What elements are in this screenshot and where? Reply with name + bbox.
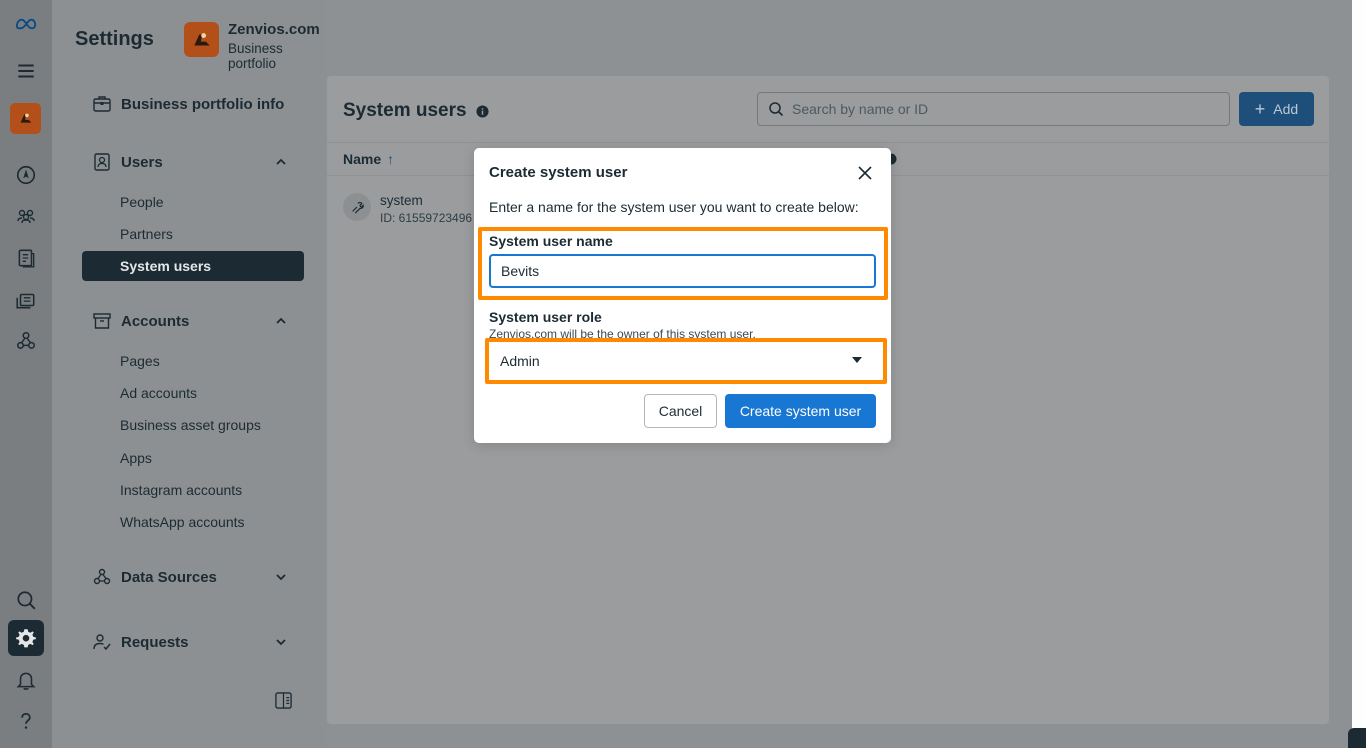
search-icon <box>769 102 784 117</box>
briefcase-icon <box>93 96 111 112</box>
users-icon[interactable] <box>8 198 44 234</box>
help-icon[interactable] <box>8 703 44 739</box>
nav-data-sources[interactable]: Data Sources <box>92 565 288 589</box>
add-button-label: Add <box>1273 101 1299 117</box>
settings-sidebar: Settings Zenvios.com Business portfolio … <box>52 0 326 748</box>
menu-icon[interactable] <box>8 53 44 89</box>
archive-icon <box>93 313 111 329</box>
chevron-up-icon[interactable] <box>274 314 288 328</box>
dialog-title: Create system user <box>489 164 628 181</box>
chevron-up-icon[interactable] <box>274 155 288 169</box>
plus-icon: + <box>1254 99 1266 119</box>
page-title: Settings <box>75 28 154 50</box>
nav-item-pages[interactable]: Pages <box>120 351 160 371</box>
search-icon[interactable] <box>8 582 44 618</box>
column-name-header[interactable]: Name ↑ <box>343 151 394 167</box>
left-rail <box>0 0 52 748</box>
bell-icon[interactable] <box>8 662 44 698</box>
nav-item-system-users[interactable]: System users <box>82 251 304 281</box>
create-system-user-button[interactable]: Create system user <box>725 394 876 428</box>
nav-label: Accounts <box>121 312 190 330</box>
nav-business-portfolio-info[interactable]: Business portfolio info <box>92 92 288 116</box>
close-icon[interactable] <box>857 165 873 181</box>
search-input[interactable] <box>792 101 1212 117</box>
nav-item-whatsapp-accounts[interactable]: WhatsApp accounts <box>120 512 245 532</box>
nav-item-business-asset-groups[interactable]: Business asset groups <box>120 415 261 435</box>
home-icon[interactable] <box>8 157 44 193</box>
system-user-name-label: System user name <box>489 233 613 249</box>
cancel-button[interactable]: Cancel <box>644 394 717 428</box>
chevron-down-icon[interactable] <box>274 635 288 649</box>
nav-item-instagram-accounts[interactable]: Instagram accounts <box>120 480 242 500</box>
section-title: System users <box>343 100 489 122</box>
search-box[interactable] <box>757 92 1230 126</box>
nav-label: Users <box>121 153 163 171</box>
business-avatar[interactable] <box>10 103 41 134</box>
integrations-icon[interactable] <box>8 323 44 359</box>
info-icon[interactable] <box>476 104 489 118</box>
system-user-name-input[interactable] <box>489 254 876 288</box>
nav-label: Business portfolio info <box>121 95 285 113</box>
business-logo-icon <box>20 113 31 123</box>
business-logo-icon <box>193 32 210 45</box>
nav-users[interactable]: Users <box>92 150 288 174</box>
window-edge <box>1352 0 1366 748</box>
business-subtitle: Business portfolio <box>228 41 283 71</box>
business-logo <box>184 22 219 57</box>
system-user-role-label: System user role <box>489 309 602 325</box>
table-row-id: ID: 61559723496 <box>380 211 473 225</box>
section-title-text: System users <box>343 100 467 121</box>
user-card-icon <box>94 153 110 171</box>
user-check-icon <box>93 634 111 651</box>
column-name-label: Name <box>343 151 382 167</box>
nav-item-people[interactable]: People <box>120 192 164 212</box>
chevron-down-icon[interactable] <box>274 570 288 584</box>
nav-item-apps[interactable]: Apps <box>120 448 152 468</box>
nav-requests[interactable]: Requests <box>92 630 288 654</box>
highlight-box-role <box>485 338 887 384</box>
data-sources-icon <box>93 568 111 585</box>
create-system-user-dialog: Create system user Enter a name for the … <box>474 148 891 443</box>
add-button[interactable]: + Add <box>1239 92 1314 126</box>
nav-item-partners[interactable]: Partners <box>120 224 173 244</box>
nav-label: Requests <box>121 633 189 651</box>
gear-icon[interactable] <box>8 620 44 656</box>
nav-label: Data Sources <box>121 568 217 586</box>
business-name: Zenvios.com <box>228 21 320 38</box>
collapse-sidebar-icon[interactable] <box>274 691 293 710</box>
table-row-name[interactable]: system <box>380 193 423 208</box>
wrench-icon <box>343 193 371 221</box>
nav-accounts[interactable]: Accounts <box>92 309 288 333</box>
nav-item-ad-accounts[interactable]: Ad accounts <box>120 383 197 403</box>
sort-arrow-icon: ↑ <box>387 151 395 167</box>
corner-widget[interactable] <box>1348 728 1366 748</box>
ads-icon[interactable] <box>8 282 44 318</box>
meta-logo-icon[interactable] <box>8 6 44 42</box>
dialog-description: Enter a name for the system user you wan… <box>489 199 859 215</box>
pages-icon[interactable] <box>8 240 44 276</box>
